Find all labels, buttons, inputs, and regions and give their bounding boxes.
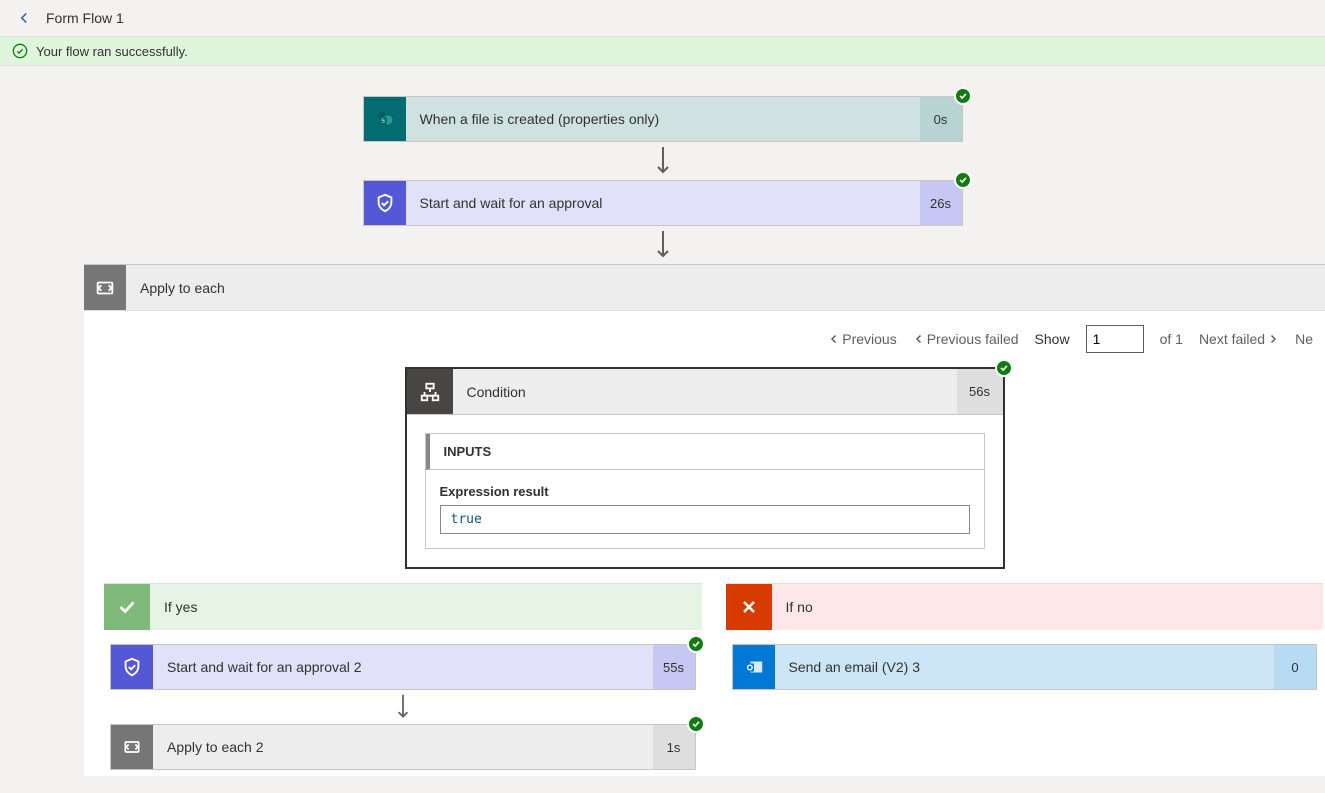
apply2-step[interactable]: Apply to each 2 1s xyxy=(110,724,696,770)
approval2-duration: 55s xyxy=(653,645,695,689)
iteration-pager: Previous Previous failed Show of 1 Next … xyxy=(84,311,1325,367)
condition-branches: If yes Start and wait for an approval 2 … xyxy=(84,583,1325,776)
approval2-label: Start and wait for an approval 2 xyxy=(153,645,653,689)
connector-arrow-icon xyxy=(654,142,672,180)
svg-text:S: S xyxy=(381,118,385,125)
outlook-icon xyxy=(733,645,775,689)
expression-result-label: Expression result xyxy=(440,484,970,499)
status-success-icon xyxy=(687,635,705,653)
apply2-label: Apply to each 2 xyxy=(153,725,653,769)
branch-yes-header[interactable]: If yes xyxy=(104,584,702,630)
condition-label: Condition xyxy=(453,369,957,414)
approval-step[interactable]: Start and wait for an approval 26s xyxy=(363,180,963,226)
show-label: Show xyxy=(1035,331,1070,347)
send-email-step[interactable]: Send an email (V2) 3 0 xyxy=(732,644,1318,690)
connector-arrow-icon xyxy=(654,226,672,264)
branch-yes: If yes Start and wait for an approval 2 … xyxy=(104,583,702,770)
status-success-icon xyxy=(954,171,972,189)
approval2-step[interactable]: Start and wait for an approval 2 55s xyxy=(110,644,696,690)
flow-title: Form Flow 1 xyxy=(46,10,124,26)
condition-body: INPUTS Expression result true xyxy=(407,415,1003,567)
apply-to-each-container: Apply to each Previous Previous failed S… xyxy=(84,264,1325,776)
loop-icon xyxy=(84,265,126,310)
condition-card[interactable]: Condition 56s INPUTS Expression result t… xyxy=(405,367,1005,569)
status-success-icon xyxy=(687,715,705,733)
chevron-left-icon xyxy=(828,333,840,345)
previous-failed-link[interactable]: Previous failed xyxy=(913,331,1019,347)
apply2-duration: 1s xyxy=(653,725,695,769)
success-message: Your flow ran successfully. xyxy=(36,44,188,59)
approval-icon xyxy=(111,645,153,689)
iteration-input[interactable] xyxy=(1086,325,1144,353)
arrow-left-icon xyxy=(15,9,33,27)
expression-result-value: true xyxy=(440,505,970,534)
branch-no-header[interactable]: If no xyxy=(726,584,1324,630)
approval-icon xyxy=(364,181,406,225)
approval-duration: 26s xyxy=(920,181,962,225)
send-email-duration: 0 xyxy=(1274,645,1316,689)
apply-to-each-label: Apply to each xyxy=(126,265,1325,310)
inputs-header: INPUTS xyxy=(426,434,984,470)
status-success-icon xyxy=(954,87,972,105)
chevron-left-icon xyxy=(913,333,925,345)
trigger-label: When a file is created (properties only) xyxy=(406,97,920,141)
loop-icon xyxy=(111,725,153,769)
chevron-right-icon xyxy=(1267,333,1279,345)
connector-arrow-icon xyxy=(395,690,411,724)
next-link[interactable]: Ne xyxy=(1295,331,1313,347)
sharepoint-icon: S xyxy=(364,97,406,141)
apply-to-each-header[interactable]: Apply to each xyxy=(84,265,1325,311)
title-bar: Form Flow 1 xyxy=(0,0,1325,36)
branch-no-label: If no xyxy=(772,584,1324,630)
check-icon xyxy=(104,584,150,630)
success-banner: Your flow ran successfully. xyxy=(0,36,1325,66)
previous-link[interactable]: Previous xyxy=(828,331,896,347)
next-failed-link[interactable]: Next failed xyxy=(1199,331,1279,347)
status-success-icon xyxy=(995,359,1013,377)
trigger-duration: 0s xyxy=(920,97,962,141)
branch-yes-label: If yes xyxy=(150,584,702,630)
back-button[interactable] xyxy=(10,4,38,32)
approval-label: Start and wait for an approval xyxy=(406,181,920,225)
trigger-step[interactable]: S When a file is created (properties onl… xyxy=(363,96,963,142)
close-icon xyxy=(726,584,772,630)
condition-icon xyxy=(407,369,453,414)
of-total: of 1 xyxy=(1160,331,1183,347)
send-email-label: Send an email (V2) 3 xyxy=(775,645,1275,689)
success-check-icon xyxy=(12,43,28,59)
branch-no: If no Send an email (V2) 3 0 xyxy=(726,583,1324,690)
flow-canvas: S When a file is created (properties onl… xyxy=(0,66,1325,776)
condition-duration: 56s xyxy=(957,369,1003,414)
